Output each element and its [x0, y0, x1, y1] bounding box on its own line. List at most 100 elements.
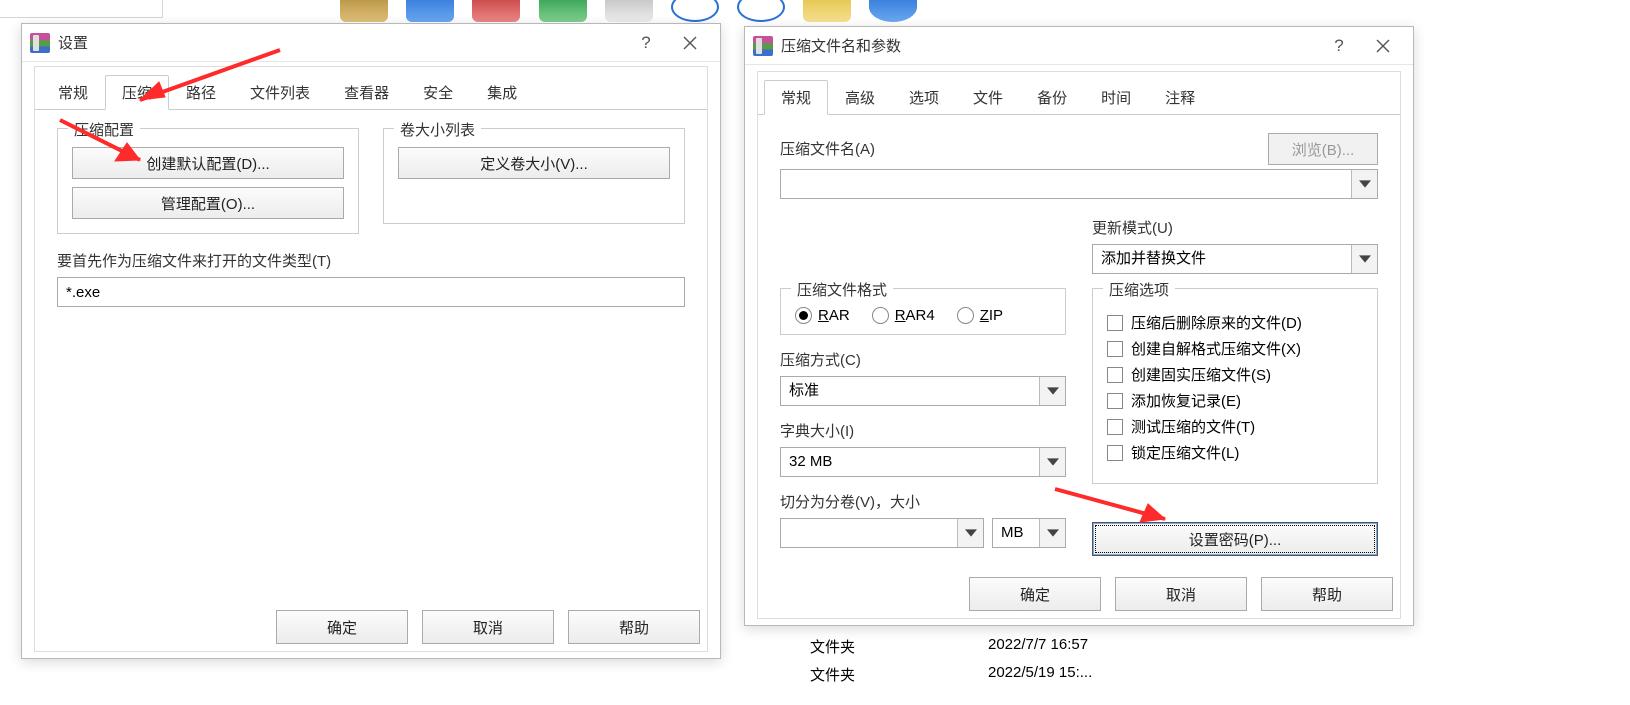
tab-5[interactable]: 时间 [1084, 80, 1148, 115]
ok-button[interactable]: 确定 [969, 577, 1101, 611]
checkbox-label: 创建固实压缩文件(S) [1131, 364, 1271, 385]
radio-label: RAR4 [895, 307, 935, 324]
method-value: 标准 [780, 376, 1066, 406]
winrar-icon [30, 33, 50, 53]
format-radio-rar[interactable]: RAR [795, 307, 850, 324]
dialog-title: 设置 [58, 32, 624, 53]
create-default-profile-button[interactable]: 创建默认配置(D)... [72, 147, 344, 179]
checkbox-label: 锁定压缩文件(L) [1131, 442, 1239, 463]
group-label: 压缩文件格式 [791, 279, 893, 300]
radio-icon [872, 307, 889, 324]
help-icon[interactable]: ? [624, 26, 668, 60]
update-mode-value: 添加并替换文件 [1092, 244, 1378, 274]
tab-1[interactable]: 压缩 [105, 75, 169, 110]
checkbox-label: 压缩后删除原来的文件(D) [1131, 312, 1302, 333]
tab-3[interactable]: 文件 [956, 80, 1020, 115]
tab-6[interactable]: 集成 [470, 75, 534, 110]
checkbox-icon [1107, 445, 1123, 461]
archive-name-input[interactable] [780, 169, 1378, 199]
define-volume-size-button[interactable]: 定义卷大小(V)... [398, 147, 670, 179]
titlebar[interactable]: 压缩文件名和参数 ? [745, 27, 1413, 65]
settings-dialog: 设置 ? 常规压缩路径文件列表查看器安全集成 压缩配置 创建默认配置(D)...… [21, 23, 721, 659]
dictionary-size-combo[interactable]: 32 MB [780, 447, 1066, 477]
split-unit-value: MB [992, 518, 1066, 548]
close-icon[interactable] [668, 26, 712, 60]
option-checkbox-0[interactable]: 压缩后删除原来的文件(D) [1107, 312, 1363, 333]
dict-label: 字典大小(I) [780, 420, 1066, 441]
set-password-button[interactable]: 设置密码(P)... [1092, 522, 1378, 556]
volume-size-group: 卷大小列表 定义卷大小(V)... [383, 128, 685, 224]
main-toolbar [340, 0, 931, 22]
checkbox-label: 添加恢复记录(E) [1131, 390, 1241, 411]
radio-icon [795, 307, 812, 324]
dialog-footer: 确定 取消 帮助 [276, 610, 700, 644]
file-type-cell: 文件夹 [810, 636, 855, 657]
file-date-cell: 2022/7/7 16:57 [988, 636, 1088, 653]
tab-2[interactable]: 路径 [169, 75, 233, 110]
filetype-label: 要首先作为压缩文件来打开的文件类型(T) [57, 250, 685, 271]
tab-4[interactable]: 备份 [1020, 80, 1084, 115]
cancel-button[interactable]: 取消 [1115, 577, 1247, 611]
winrar-icon [753, 36, 773, 56]
dialog-footer: 确定 取消 帮助 [969, 577, 1393, 611]
tab-6[interactable]: 注释 [1148, 80, 1212, 115]
cancel-button[interactable]: 取消 [422, 610, 554, 644]
tab-1[interactable]: 高级 [828, 80, 892, 115]
titlebar[interactable]: 设置 ? [22, 24, 720, 62]
radio-icon [957, 307, 974, 324]
archive-name-label: 压缩文件名(A) [780, 138, 1256, 159]
option-checkbox-4[interactable]: 测试压缩的文件(T) [1107, 416, 1363, 437]
dialog-title: 压缩文件名和参数 [781, 35, 1317, 56]
method-label: 压缩方式(C) [780, 349, 1066, 370]
compression-profile-group: 压缩配置 创建默认配置(D)... 管理配置(O)... [57, 128, 359, 234]
checkbox-icon [1107, 315, 1123, 331]
option-checkbox-3[interactable]: 添加恢复记录(E) [1107, 390, 1363, 411]
checkbox-label: 测试压缩的文件(T) [1131, 416, 1255, 437]
format-radio-rar4[interactable]: RAR4 [872, 307, 935, 324]
filetype-input[interactable] [57, 277, 685, 307]
browse-button[interactable]: 浏览(B)... [1268, 133, 1378, 165]
checkbox-icon [1107, 341, 1123, 357]
close-icon[interactable] [1361, 29, 1405, 63]
help-button[interactable]: 帮助 [1261, 577, 1393, 611]
tab-2[interactable]: 选项 [892, 80, 956, 115]
radio-label: ZIP [980, 307, 1003, 324]
radio-label: RAR [818, 307, 850, 324]
tab-3[interactable]: 文件列表 [233, 75, 327, 110]
split-size-input[interactable] [780, 518, 984, 548]
file-date-cell: 2022/5/19 15:... [988, 664, 1092, 681]
split-size-combo[interactable] [780, 518, 984, 548]
archive-name-combo[interactable] [780, 169, 1378, 199]
compression-method-combo[interactable]: 标准 [780, 376, 1066, 406]
tab-4[interactable]: 查看器 [327, 75, 406, 110]
group-label: 压缩配置 [68, 119, 140, 140]
checkbox-icon [1107, 419, 1123, 435]
tab-0[interactable]: 常规 [41, 75, 105, 110]
group-label: 压缩选项 [1103, 279, 1175, 300]
manage-profile-button[interactable]: 管理配置(O)... [72, 187, 344, 219]
help-button[interactable]: 帮助 [568, 610, 700, 644]
checkbox-icon [1107, 367, 1123, 383]
split-label: 切分为分卷(V)，大小 [780, 491, 1066, 512]
format-radio-zip[interactable]: ZIP [957, 307, 1003, 324]
option-checkbox-5[interactable]: 锁定压缩文件(L) [1107, 442, 1363, 463]
archive-params-dialog: 压缩文件名和参数 ? 常规高级选项文件备份时间注释 压缩文件名(A) 浏览(B)… [744, 26, 1414, 626]
archive-format-group: 压缩文件格式 RARRAR4ZIP [780, 288, 1066, 335]
update-mode-combo[interactable]: 添加并替换文件 [1092, 244, 1378, 274]
split-unit-combo[interactable]: MB [992, 518, 1066, 548]
file-type-cell: 文件夹 [810, 664, 855, 685]
ok-button[interactable]: 确定 [276, 610, 408, 644]
help-icon[interactable]: ? [1317, 29, 1361, 63]
checkbox-label: 创建自解格式压缩文件(X) [1131, 338, 1301, 359]
dict-value: 32 MB [780, 447, 1066, 477]
checkbox-icon [1107, 393, 1123, 409]
settings-tabs: 常规压缩路径文件列表查看器安全集成 [35, 67, 707, 110]
tab-5[interactable]: 安全 [406, 75, 470, 110]
tab-0[interactable]: 常规 [764, 80, 828, 115]
option-checkbox-1[interactable]: 创建自解格式压缩文件(X) [1107, 338, 1363, 359]
update-mode-label: 更新模式(U) [1092, 217, 1378, 238]
group-label: 卷大小列表 [394, 119, 481, 140]
archive-tabs: 常规高级选项文件备份时间注释 [758, 72, 1400, 115]
option-checkbox-2[interactable]: 创建固实压缩文件(S) [1107, 364, 1363, 385]
compression-options-group: 压缩选项 压缩后删除原来的文件(D)创建自解格式压缩文件(X)创建固实压缩文件(… [1092, 288, 1378, 484]
